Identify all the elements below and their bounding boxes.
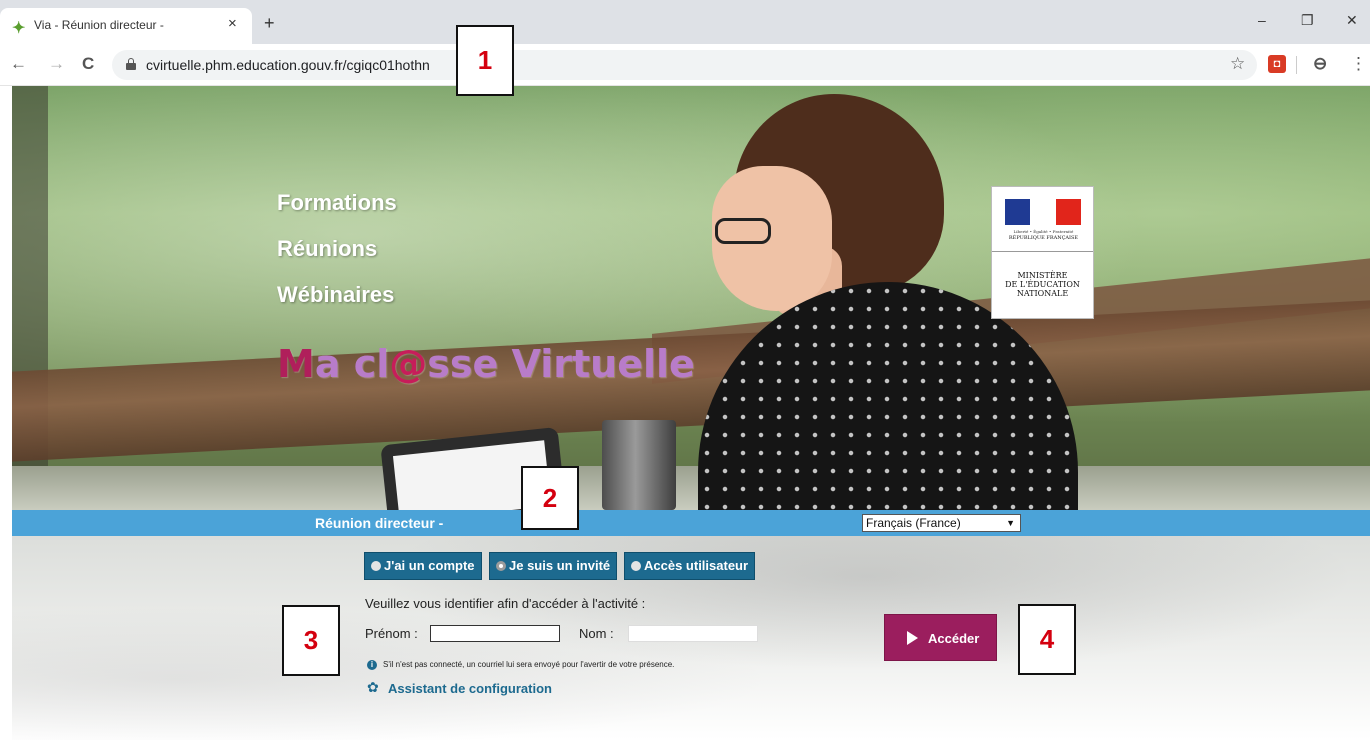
language-select[interactable]: Français (France) ▼ bbox=[862, 514, 1021, 532]
toolbar-separator bbox=[1296, 56, 1297, 74]
info-icon: i bbox=[367, 660, 377, 670]
last-name-field[interactable] bbox=[628, 625, 758, 642]
last-name-label: Nom : bbox=[579, 626, 614, 641]
callout-4: 4 bbox=[1018, 604, 1076, 675]
gear-icon[interactable]: ✿ bbox=[367, 680, 379, 694]
hero-word-reunions: Réunions bbox=[277, 236, 378, 261]
page-content: Formations Réunions Wébinaires Ma cl@sse… bbox=[0, 86, 1370, 740]
hero-word-webinaires: Wébinaires bbox=[277, 282, 395, 307]
callout-1: 1 bbox=[456, 25, 514, 96]
bookmark-star-icon[interactable]: ☆ bbox=[1230, 54, 1245, 74]
brand-logo-text: Ma cl@sse Virtuelle bbox=[277, 342, 695, 386]
mode-tab-account[interactable]: J'ai un compte bbox=[364, 552, 482, 580]
play-icon bbox=[907, 631, 918, 645]
configuration-wizard-link[interactable]: Assistant de configuration bbox=[388, 681, 552, 696]
meeting-title: Réunion directeur - bbox=[315, 515, 444, 531]
browser-menu-icon[interactable]: ⋮ bbox=[1350, 54, 1367, 74]
first-name-label: Prénom : bbox=[365, 626, 418, 641]
french-flag-icon bbox=[1005, 199, 1081, 225]
login-instruction: Veuillez vous identifier afin d'accéder … bbox=[365, 596, 646, 611]
cup-illustration bbox=[602, 420, 676, 510]
minimize-icon[interactable]: – bbox=[1258, 12, 1266, 28]
callout-2: 2 bbox=[521, 466, 579, 530]
hero-banner-image bbox=[12, 86, 1370, 510]
info-note: S'il n'est pas connecté, un courriel lui… bbox=[383, 660, 675, 669]
window-close-icon[interactable]: ✕ bbox=[1346, 12, 1358, 29]
browser-toolbar: ← → C cvirtuelle.phm.education.gouv.fr/c… bbox=[0, 44, 1370, 86]
tab-close-icon[interactable]: × bbox=[228, 15, 237, 32]
radio-selected-icon bbox=[496, 561, 506, 571]
profile-icon[interactable]: ⊖ bbox=[1313, 54, 1327, 74]
callout-3: 3 bbox=[282, 605, 340, 676]
first-name-field[interactable] bbox=[430, 625, 560, 642]
meeting-title-bar: Réunion directeur - Français (France) ▼ bbox=[12, 510, 1370, 536]
lock-icon bbox=[126, 58, 136, 70]
restore-icon[interactable]: ❐ bbox=[1301, 12, 1314, 29]
dropdown-arrow-icon: ▼ bbox=[1006, 518, 1015, 528]
reload-icon[interactable]: C bbox=[82, 54, 94, 74]
browser-tab-strip: ✦ Via - Réunion directeur - × + – ❐ ✕ bbox=[0, 0, 1370, 44]
mode-tab-guest[interactable]: Je suis un invité bbox=[489, 552, 618, 580]
browser-tab[interactable]: ✦ Via - Réunion directeur - × bbox=[0, 8, 252, 44]
site-favicon-icon: ✦ bbox=[12, 20, 26, 37]
url-text[interactable]: cvirtuelle.phm.education.gouv.fr/cgiqc01… bbox=[146, 57, 430, 73]
ministry-logo: Liberté • Égalité • Fraternité RÉPUBLIQU… bbox=[991, 186, 1094, 319]
access-button[interactable]: Accéder bbox=[884, 614, 997, 661]
forward-arrow-icon[interactable]: → bbox=[48, 54, 65, 74]
mode-tab-user-access[interactable]: Accès utilisateur bbox=[624, 552, 756, 580]
hero-word-formations: Formations bbox=[277, 190, 397, 215]
address-bar[interactable]: cvirtuelle.phm.education.gouv.fr/cgiqc01… bbox=[112, 50, 1257, 80]
new-tab-button[interactable]: + bbox=[264, 14, 275, 32]
extension-icon[interactable]: ◘ bbox=[1268, 55, 1286, 73]
tab-title: Via - Réunion directeur - bbox=[34, 18, 164, 32]
radio-icon bbox=[631, 561, 641, 571]
back-arrow-icon[interactable]: ← bbox=[10, 54, 27, 74]
radio-icon bbox=[371, 561, 381, 571]
